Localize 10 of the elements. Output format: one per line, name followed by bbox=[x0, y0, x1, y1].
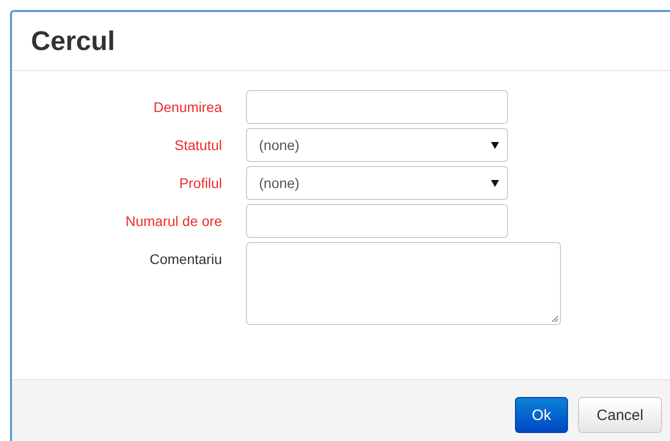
field-label: Comentariu bbox=[148, 250, 222, 267]
field-label: Numarul de ore bbox=[124, 212, 222, 229]
dialog-title: Cercul bbox=[31, 26, 116, 56]
ok-button[interactable]: Ok bbox=[515, 397, 568, 433]
select-field[interactable]: (none) bbox=[246, 166, 508, 200]
field-label: Denumirea bbox=[152, 98, 222, 115]
field-label: Profilul bbox=[178, 174, 222, 191]
cancel-button[interactable]: Cancel bbox=[578, 397, 662, 433]
field-label: Statutul bbox=[174, 136, 222, 153]
select-field[interactable]: (none) bbox=[246, 128, 508, 162]
